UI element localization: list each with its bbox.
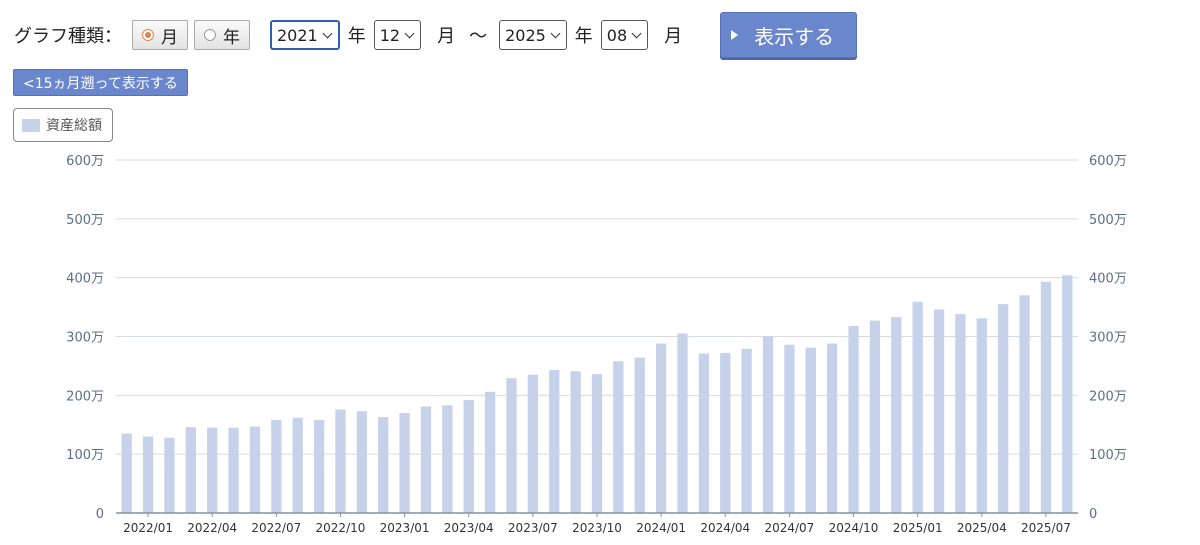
y-tick-label-right: 0 bbox=[1089, 507, 1097, 522]
y-tick-label-right: 200万 bbox=[1089, 389, 1127, 404]
bar bbox=[207, 427, 218, 513]
x-tick-label: 2024/10 bbox=[829, 521, 879, 535]
x-tick-label: 2025/04 bbox=[957, 521, 1007, 535]
bar bbox=[313, 420, 325, 513]
bar bbox=[720, 352, 731, 513]
y-tick-label-left: 200万 bbox=[66, 389, 104, 404]
y-tick-label-left: 100万 bbox=[66, 448, 104, 463]
bar bbox=[249, 426, 261, 513]
bar bbox=[805, 347, 816, 513]
bar bbox=[1019, 295, 1030, 513]
bar bbox=[677, 333, 688, 513]
bar bbox=[762, 336, 774, 513]
bar bbox=[442, 405, 453, 513]
bar bbox=[591, 374, 603, 513]
y-tick-label-right: 300万 bbox=[1089, 331, 1127, 346]
bar bbox=[399, 412, 410, 513]
bar bbox=[848, 325, 859, 513]
y-tick-label-right: 500万 bbox=[1089, 213, 1127, 228]
bar bbox=[506, 378, 517, 513]
asset-bar-chart: 0 0 100万 100万 200万 200万 300万 300万 400万 400万 500万 50… bbox=[66, 154, 1127, 535]
bar bbox=[1062, 275, 1073, 513]
bar bbox=[356, 411, 367, 513]
bar bbox=[527, 374, 538, 513]
bar bbox=[976, 318, 987, 513]
bar bbox=[271, 420, 282, 513]
x-tick-label: 2022/10 bbox=[316, 521, 366, 535]
bar bbox=[378, 417, 389, 513]
y-tick-label-left: 300万 bbox=[66, 331, 104, 346]
bar bbox=[463, 400, 474, 513]
bar bbox=[698, 353, 710, 513]
bar bbox=[121, 433, 132, 513]
bar bbox=[484, 391, 496, 513]
bar bbox=[955, 314, 966, 513]
bar bbox=[570, 371, 581, 513]
bar bbox=[420, 406, 432, 513]
y-tick-label-left: 600万 bbox=[66, 154, 104, 169]
x-tick-label: 2023/01 bbox=[380, 521, 430, 535]
bar bbox=[549, 370, 560, 513]
bar bbox=[784, 344, 795, 513]
bar bbox=[1040, 281, 1052, 513]
y-tick-label-right: 100万 bbox=[1089, 448, 1127, 463]
bar bbox=[869, 320, 881, 513]
x-tick-label: 2024/07 bbox=[764, 521, 814, 535]
bar bbox=[142, 436, 154, 513]
bar bbox=[228, 427, 239, 513]
bar bbox=[613, 361, 624, 513]
x-tick-label: 2022/01 bbox=[123, 521, 173, 535]
bar bbox=[292, 417, 303, 513]
x-tick-label: 2022/04 bbox=[187, 521, 237, 535]
x-tick-label: 2024/01 bbox=[636, 521, 686, 535]
x-tick-label: 2024/04 bbox=[700, 521, 750, 535]
bar bbox=[656, 343, 667, 513]
y-tick-label-left: 400万 bbox=[66, 272, 104, 287]
bar bbox=[891, 317, 902, 513]
y-tick-label-left: 0 bbox=[96, 507, 104, 522]
bar bbox=[933, 309, 945, 513]
x-tick-label: 2023/07 bbox=[508, 521, 558, 535]
y-tick-label-left: 500万 bbox=[66, 213, 104, 228]
y-tick-label-right: 400万 bbox=[1089, 272, 1127, 287]
bar bbox=[185, 427, 196, 513]
bar bbox=[634, 357, 645, 513]
bar bbox=[741, 348, 752, 513]
bar bbox=[827, 343, 838, 513]
x-tick-label: 2023/04 bbox=[444, 521, 494, 535]
bar bbox=[998, 304, 1009, 513]
bar bbox=[335, 409, 346, 513]
x-tick-label: 2025/01 bbox=[893, 521, 943, 535]
bar bbox=[912, 301, 923, 513]
x-tick-label: 2025/07 bbox=[1021, 521, 1071, 535]
y-tick-label-right: 600万 bbox=[1089, 154, 1127, 169]
x-tick-label: 2022/07 bbox=[251, 521, 301, 535]
bar bbox=[164, 437, 175, 513]
x-tick-label: 2023/10 bbox=[572, 521, 622, 535]
